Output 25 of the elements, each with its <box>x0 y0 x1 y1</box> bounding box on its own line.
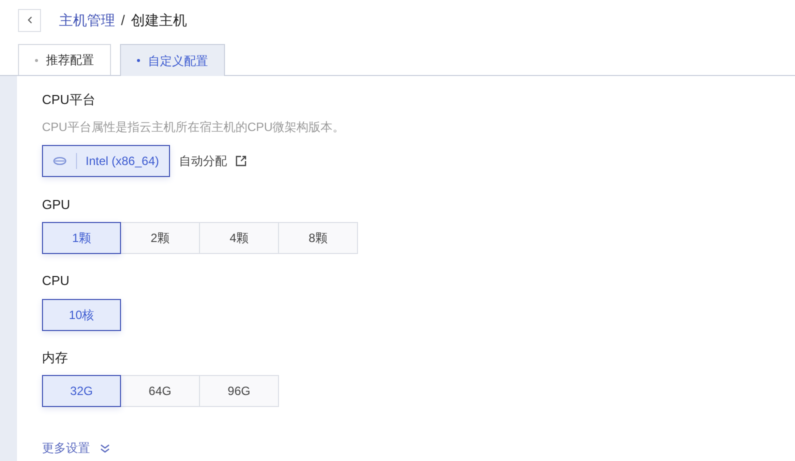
double-chevron-icon[interactable] <box>100 444 110 452</box>
auto-assign-label: 自动分配 <box>179 152 227 170</box>
option-button[interactable]: 8颗 <box>279 222 358 254</box>
section-description: CPU平台属性是指云主机所在宿主机的CPU微架构版本。 <box>42 118 346 136</box>
option-button[interactable]: 32G <box>42 375 121 407</box>
breadcrumb-separator: / <box>121 10 125 30</box>
option-button[interactable]: 1颗 <box>42 222 121 254</box>
section-title: CPU平台 <box>42 91 96 109</box>
section-title: 内存 <box>42 348 69 366</box>
option-button[interactable]: 64G <box>121 375 200 407</box>
tab[interactable]: 自定义配置 <box>120 44 225 76</box>
chip-icon <box>53 156 67 166</box>
section-title: CPU <box>42 272 70 290</box>
chevron-left-icon <box>26 16 32 24</box>
external-link-icon[interactable] <box>235 154 247 166</box>
breadcrumb-current: 创建主机 <box>130 10 187 30</box>
tab[interactable]: 推荐配置 <box>18 44 111 75</box>
cpu-platform-option[interactable]: Intel (x86_64) <box>42 144 170 176</box>
section-title: GPU <box>42 196 72 214</box>
more-settings-link[interactable]: 更多设置 <box>42 439 90 457</box>
option-button[interactable]: 4颗 <box>200 222 279 254</box>
breadcrumb-link[interactable]: 主机管理 <box>59 10 115 30</box>
option-button[interactable]: 96G <box>200 375 279 407</box>
option-button[interactable]: 10核 <box>42 298 121 330</box>
option-button[interactable]: 2颗 <box>121 222 200 254</box>
